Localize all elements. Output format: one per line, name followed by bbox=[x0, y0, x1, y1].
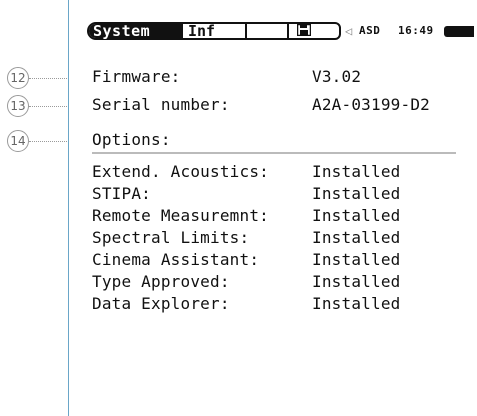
option-status: Installed bbox=[312, 162, 401, 181]
option-name: Type Approved: bbox=[92, 272, 230, 291]
option-name: Extend. Acoustics: bbox=[92, 162, 269, 181]
options-divider bbox=[92, 152, 456, 154]
tab-group: System Inf bbox=[87, 22, 341, 40]
callout-12: 12 bbox=[7, 67, 29, 89]
tab-end-cap bbox=[317, 22, 337, 40]
tab-system[interactable]: System bbox=[89, 24, 183, 39]
serial-label: Serial number: bbox=[92, 95, 230, 114]
option-name: Remote Measuremnt: bbox=[92, 206, 269, 225]
option-name: Spectral Limits: bbox=[92, 228, 250, 247]
callout-13: 13 bbox=[7, 95, 29, 117]
option-name: Data Explorer: bbox=[92, 294, 230, 313]
serial-value: A2A-03199-D2 bbox=[312, 95, 430, 114]
tab-empty[interactable] bbox=[249, 24, 289, 38]
speaker-icon: ◁ bbox=[345, 24, 353, 38]
option-status: Installed bbox=[312, 206, 401, 225]
tab-info[interactable]: Inf bbox=[185, 24, 247, 39]
option-name: Cinema Assistant: bbox=[92, 250, 260, 269]
status-bar: System Inf ◁ ASD 16:49 bbox=[87, 22, 477, 42]
option-status: Installed bbox=[312, 228, 401, 247]
device-screen: System Inf ◁ ASD 16:49 Firmware: V3.02 S… bbox=[69, 0, 477, 416]
option-status: Installed bbox=[312, 272, 401, 291]
meter-mode: ASD bbox=[359, 24, 381, 37]
battery-icon bbox=[444, 26, 474, 37]
options-label: Options: bbox=[92, 130, 171, 149]
option-status: Installed bbox=[312, 294, 401, 313]
clock: 16:49 bbox=[398, 24, 434, 37]
firmware-value: V3.02 bbox=[312, 67, 362, 86]
callout-14: 14 bbox=[7, 130, 29, 152]
option-status: Installed bbox=[312, 250, 401, 269]
option-name: STIPA: bbox=[92, 184, 151, 203]
firmware-label: Firmware: bbox=[92, 67, 181, 86]
option-status: Installed bbox=[312, 184, 401, 203]
save-icon[interactable] bbox=[293, 23, 315, 38]
